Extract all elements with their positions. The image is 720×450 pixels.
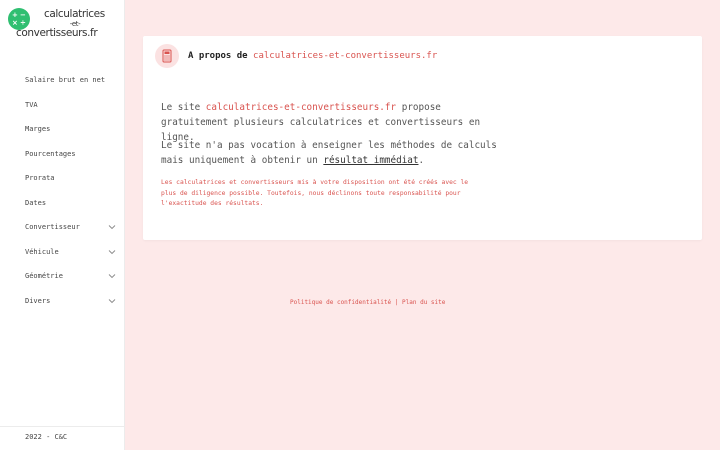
sidebar-item-label: Convertisseur — [25, 223, 80, 231]
about-card: A propos de calculatrices-et-convertisse… — [143, 36, 702, 240]
sidebar-item-prorata[interactable]: Prorata — [25, 172, 118, 184]
sidebar-item-convertisseur[interactable]: Convertisseur — [25, 221, 118, 233]
logo-line-3: convertisseurs.fr — [16, 26, 98, 39]
result-link[interactable]: résultat immédiat — [323, 155, 418, 166]
disclaimer-text: Les calculatrices et convertisseurs mis … — [161, 179, 469, 207]
sidebar-divider — [0, 426, 125, 427]
sidebar-item-dates[interactable]: Dates — [25, 197, 118, 209]
sidebar-item-label: Géométrie — [25, 272, 63, 280]
sidebar-item-label: Véhicule — [25, 247, 59, 256]
sidebar-item-label: Prorata — [25, 174, 55, 182]
sidebar-item-label: TVA — [25, 100, 38, 109]
chevron-down-icon — [108, 249, 116, 254]
sidebar-item-label: Divers — [25, 296, 51, 305]
page-footer: Politique de confidentialité | Plan du s… — [290, 299, 445, 306]
sidebar-item-label: Salaire brut en net — [25, 76, 106, 84]
sidebar-item-pourcentages[interactable]: Pourcentages — [25, 148, 118, 160]
sidebar-item-tva[interactable]: TVA — [25, 99, 118, 111]
sidebar-item-vehicule[interactable]: Véhicule — [25, 246, 118, 258]
intro-prefix: Le site — [161, 102, 201, 113]
sidebar-item-geometrie[interactable]: Géométrie — [25, 270, 118, 282]
sidebar-item-label: Pourcentages — [25, 149, 76, 158]
chevron-down-icon — [108, 225, 116, 230]
sidebar: + − × ÷ calculatrices -et- convertisseur… — [0, 0, 125, 450]
logo-line-1: calculatrices — [44, 8, 105, 20]
calculator-icon — [155, 44, 179, 68]
chevron-down-icon — [108, 274, 116, 279]
purpose-paragraph: Le site n'a pas vocation à enseigner les… — [161, 138, 501, 168]
logo-text: calculatrices -et- convertisseurs.fr — [16, 9, 116, 38]
sidebar-footer: 2022 - C&C — [25, 433, 68, 441]
site-logo[interactable]: + − × ÷ calculatrices -et- convertisseur… — [8, 8, 123, 42]
intro-site-link[interactable]: calculatrices-et-convertisseurs.fr — [206, 102, 396, 113]
sidebar-item-label: Marges — [25, 125, 51, 133]
sidebar-item-marges[interactable]: Marges — [25, 123, 118, 135]
sidebar-item-divers[interactable]: Divers — [25, 295, 118, 307]
sitemap-link[interactable]: Plan du site — [402, 299, 445, 306]
chevron-down-icon — [108, 298, 116, 303]
footer-separator: | — [394, 299, 399, 306]
privacy-link[interactable]: Politique de confidentialité — [290, 299, 391, 306]
purpose-end: . — [418, 155, 425, 166]
title-prefix: A propos de — [188, 51, 248, 61]
sidebar-item-label: Dates — [25, 198, 47, 207]
page-title: A propos de calculatrices-et-convertisse… — [188, 51, 437, 61]
title-site-link[interactable]: calculatrices-et-convertisseurs.fr — [253, 51, 437, 61]
sidebar-item-salaire[interactable]: Salaire brut en net — [25, 74, 118, 86]
